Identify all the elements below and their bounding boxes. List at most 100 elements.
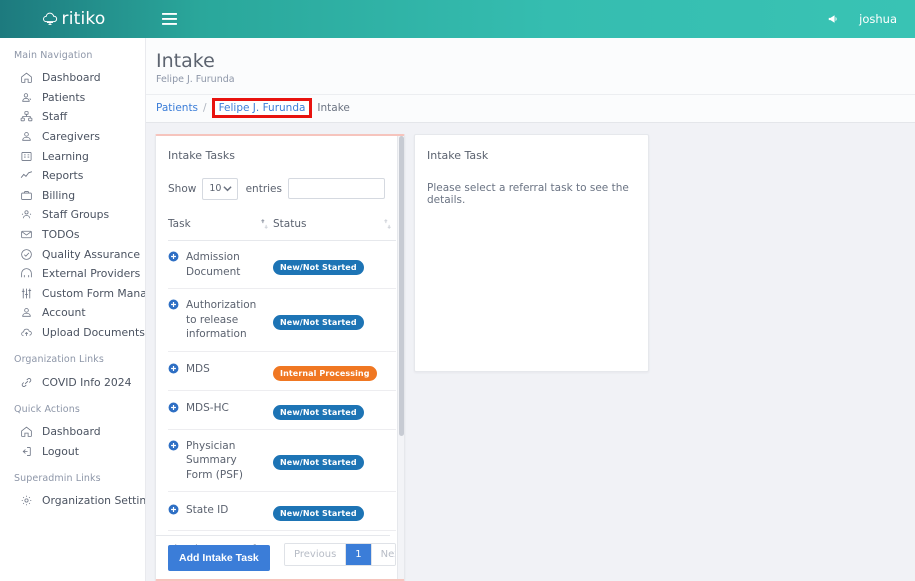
sidebar-item-label: Staff bbox=[42, 110, 67, 123]
sidebar-item-label: Account bbox=[42, 306, 86, 319]
sidebar-item-label: Staff Groups bbox=[42, 208, 109, 221]
sidebar-item-label: Logout bbox=[42, 445, 79, 458]
table-row[interactable]: MDS-HC New/Not Started bbox=[168, 390, 396, 429]
plus-circle-icon[interactable] bbox=[168, 402, 179, 418]
sidebar-item-upload-documents[interactable]: Upload Documents bbox=[0, 323, 145, 343]
page-size-select[interactable]: 10 bbox=[202, 178, 237, 200]
line-chart-icon bbox=[20, 169, 33, 182]
breadcrumb-item-patients[interactable]: Patients bbox=[156, 102, 198, 114]
breadcrumb-separator: / bbox=[203, 102, 207, 114]
table-row[interactable]: State ID New/Not Started bbox=[168, 492, 396, 531]
link-icon bbox=[20, 376, 33, 389]
cell-status: New/Not Started bbox=[273, 289, 396, 352]
sidebar-item-todos[interactable]: TODOs bbox=[0, 225, 145, 245]
sidebar-item-label: COVID Info 2024 bbox=[42, 376, 132, 389]
breadcrumb-item-patient-name[interactable]: Felipe J. Furunda bbox=[212, 98, 313, 118]
sidebar-item-caregivers[interactable]: Caregivers bbox=[0, 127, 145, 147]
sidebar-item-external-providers[interactable]: External Providers bbox=[0, 264, 145, 284]
search-input[interactable] bbox=[288, 178, 385, 199]
sidebar-item-label: Caregivers bbox=[42, 130, 100, 143]
table-row[interactable]: Authorization to release information New… bbox=[168, 289, 396, 352]
page-header: Intake Felipe J. Furunda bbox=[146, 38, 915, 95]
cell-task: Authorization to release information bbox=[168, 289, 273, 352]
task-name: State ID bbox=[186, 503, 228, 518]
intake-tasks-card: Intake Tasks Show 10 entries Search: bbox=[155, 134, 405, 581]
plus-circle-icon[interactable] bbox=[168, 440, 179, 456]
sidebar-item-learning[interactable]: Learning bbox=[0, 146, 145, 166]
plus-circle-icon[interactable] bbox=[168, 504, 179, 520]
cloud-upload-icon bbox=[20, 326, 33, 339]
sidebar-item-label: Quality Assurance bbox=[42, 248, 140, 261]
user-badge-icon bbox=[20, 91, 33, 104]
status-badge: New/Not Started bbox=[273, 260, 364, 275]
sidebar-item-custom-form-manager[interactable]: Custom Form Manager bbox=[0, 284, 145, 304]
sidebar-item-organization-settings[interactable]: Organization Settings bbox=[0, 491, 145, 511]
sidebar-heading-superadmin: Superadmin Links bbox=[0, 461, 145, 491]
brand-logo-area[interactable]: ritiko bbox=[0, 0, 146, 38]
chevron-down-icon bbox=[223, 183, 232, 194]
cell-task: MDS bbox=[168, 351, 273, 390]
sidebar-heading-main: Main Navigation bbox=[0, 38, 145, 68]
plus-circle-icon[interactable] bbox=[168, 363, 179, 379]
home-icon bbox=[20, 425, 33, 438]
intake-tasks-title: Intake Tasks bbox=[156, 136, 397, 162]
sidebar-item-covid-info-2024[interactable]: COVID Info 2024 bbox=[0, 372, 145, 392]
sidebar-item-patients[interactable]: Patients bbox=[0, 88, 145, 108]
breadcrumb-item-intake: Intake bbox=[317, 102, 349, 114]
gear-icon bbox=[20, 494, 33, 507]
task-name: Authorization to release information bbox=[186, 298, 260, 342]
column-header-task[interactable]: Task bbox=[168, 212, 273, 241]
sidebar-item-staff-groups[interactable]: Staff Groups bbox=[0, 205, 145, 225]
column-header-task-label: Task bbox=[168, 218, 191, 230]
sidebar-item-staff[interactable]: Staff bbox=[0, 107, 145, 127]
show-entries-label: Show bbox=[168, 183, 196, 195]
megaphone-icon[interactable] bbox=[817, 0, 851, 38]
sidebar-item-account[interactable]: Account bbox=[0, 303, 145, 323]
topbar-right-actions: joshua bbox=[817, 0, 915, 38]
sidebar-item-logout[interactable]: Logout bbox=[0, 442, 145, 462]
column-header-status[interactable]: Status bbox=[273, 212, 396, 241]
sidebar-item-label: Custom Form Manager bbox=[42, 287, 146, 300]
brand-name: ritiko bbox=[62, 9, 106, 29]
add-intake-task-button[interactable]: Add Intake Task bbox=[168, 545, 270, 571]
person-icon bbox=[20, 306, 33, 319]
plus-circle-icon[interactable] bbox=[168, 251, 179, 267]
sidebar-item-billing[interactable]: Billing bbox=[0, 186, 145, 206]
cell-status: Internal Processing bbox=[273, 351, 396, 390]
user-menu[interactable]: joshua bbox=[851, 0, 905, 38]
sidebar-item-quality-assurance[interactable]: Quality Assurance bbox=[0, 244, 145, 264]
table-row[interactable]: Admission Document New/Not Started bbox=[168, 241, 396, 289]
plus-circle-icon[interactable] bbox=[168, 299, 179, 315]
page-title: Intake bbox=[156, 50, 915, 72]
sort-both-icon bbox=[383, 219, 392, 229]
sidebar-item-label: External Providers bbox=[42, 267, 140, 280]
cell-task: Physician Summary Form (PSF) bbox=[168, 429, 273, 492]
task-name: Physician Summary Form (PSF) bbox=[186, 439, 260, 483]
hamburger-icon[interactable] bbox=[154, 0, 184, 38]
table-header-row: Task Status bbox=[168, 212, 396, 241]
cell-task: State ID bbox=[168, 492, 273, 531]
cell-status: New/Not Started bbox=[273, 241, 396, 289]
datatable-controls: Show 10 entries Search: bbox=[156, 162, 397, 202]
status-badge: Internal Processing bbox=[273, 366, 377, 381]
sidebar-item-label: Upload Documents bbox=[42, 326, 145, 339]
top-navbar: ritiko joshua bbox=[0, 0, 915, 38]
sidebar-item-dashboard[interactable]: Dashboard bbox=[0, 68, 145, 88]
table-row[interactable]: Physician Summary Form (PSF) New/Not Sta… bbox=[168, 429, 396, 492]
cell-task: Admission Document bbox=[168, 241, 273, 289]
page-subtitle: Felipe J. Furunda bbox=[156, 74, 915, 85]
sliders-icon bbox=[20, 287, 33, 300]
sidebar-item-reports[interactable]: Reports bbox=[0, 166, 145, 186]
status-badge: New/Not Started bbox=[273, 506, 364, 521]
sidebar-item-quick-dashboard[interactable]: Dashboard bbox=[0, 422, 145, 442]
cell-status: New/Not Started bbox=[273, 390, 396, 429]
content-area: Intake Tasks Show 10 entries Search: bbox=[146, 123, 915, 581]
table-row[interactable]: MDS Internal Processing bbox=[168, 351, 396, 390]
intake-task-detail-title: Intake Task bbox=[427, 149, 648, 162]
table-body: Admission Document New/Not Started bbox=[168, 241, 396, 531]
cell-task: MDS-HC bbox=[168, 390, 273, 429]
entries-label: entries bbox=[246, 183, 282, 195]
card-scrollbar[interactable] bbox=[397, 136, 404, 579]
card-scrollbar-thumb[interactable] bbox=[399, 136, 404, 436]
app-root: ritiko joshua Main Navigation bbox=[0, 0, 915, 581]
